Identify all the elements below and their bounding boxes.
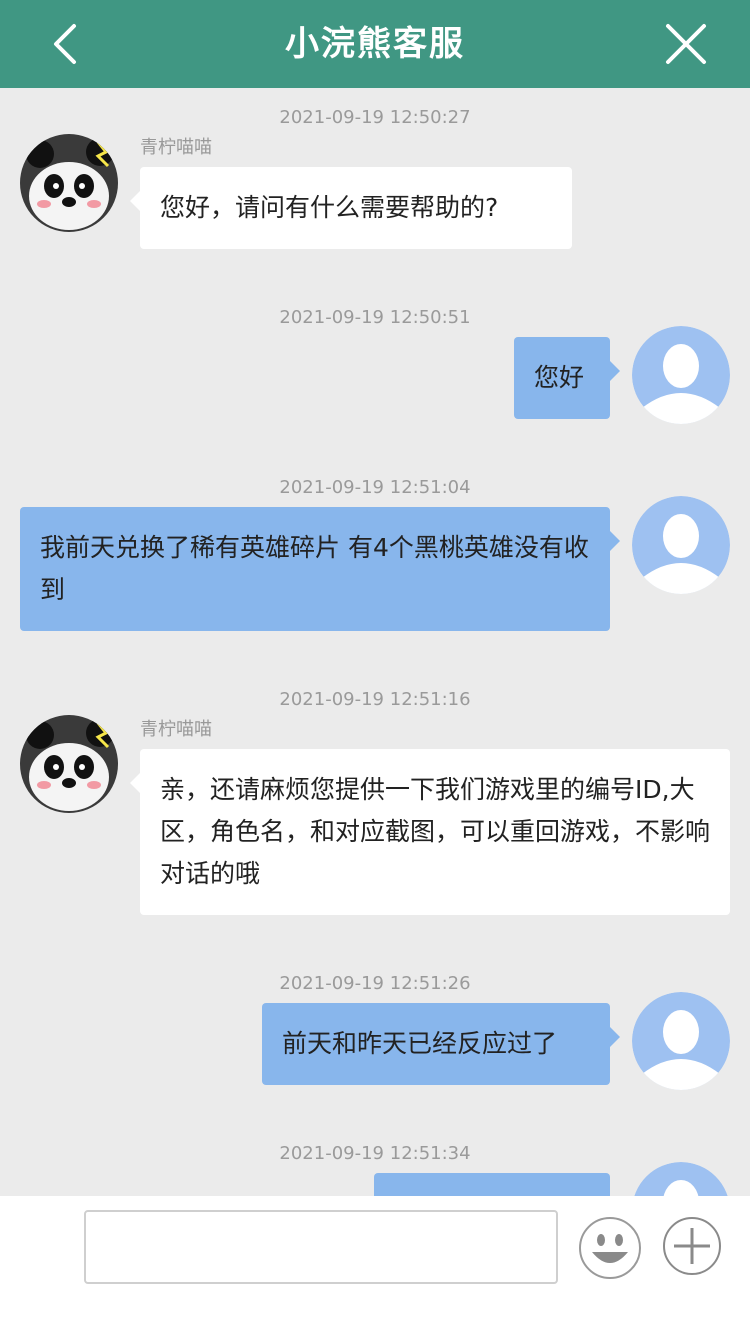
message-bubble-outgoing[interactable]: 我前天兑换了稀有英雄碎片 有4个黑桃英雄没有收到	[20, 507, 620, 631]
plus-circle-icon[interactable]	[662, 1216, 722, 1276]
message-timestamp: 2021-09-19 12:51:04	[279, 477, 471, 498]
message-bubble-incoming[interactable]: 亲，还请麻烦您提供一下我们游戏里的编号ID,大区，角色名，和对应截图，可以重回游…	[130, 749, 730, 915]
message-timestamp: 2021-09-19 12:51:26	[279, 973, 471, 994]
close-icon[interactable]	[662, 20, 710, 68]
agent-avatar[interactable]	[20, 715, 118, 813]
user-avatar[interactable]	[632, 496, 730, 594]
message-bubble-incoming[interactable]: 您好，请问有什么需要帮助的?	[130, 167, 572, 249]
smiley-icon[interactable]	[578, 1216, 642, 1280]
user-silhouette-icon	[632, 992, 730, 1090]
message-bubble-outgoing[interactable]: 前天和昨天已经反应过了	[262, 1003, 620, 1085]
agent-avatar[interactable]	[20, 134, 118, 232]
sender-name: 青柠喵喵	[140, 137, 212, 158]
sender-name: 青柠喵喵	[140, 719, 212, 740]
message-timestamp: 2021-09-19 12:51:16	[279, 689, 471, 710]
user-silhouette-icon	[632, 326, 730, 424]
message-timestamp: 2021-09-19 12:51:34	[279, 1143, 471, 1164]
user-silhouette-icon	[632, 496, 730, 594]
user-avatar[interactable]	[632, 326, 730, 424]
input-bar	[0, 1196, 750, 1334]
user-avatar[interactable]	[632, 992, 730, 1090]
user-avatar[interactable]	[632, 1162, 730, 1196]
chat-area[interactable]: 2021-09-19 12:50:27 青柠喵喵 您好，请问有什么需要帮助的? …	[0, 88, 750, 1196]
page-title: 小浣熊客服	[285, 24, 465, 64]
message-timestamp: 2021-09-19 12:50:27	[279, 107, 471, 128]
panda-avatar-icon	[20, 134, 118, 232]
message-input[interactable]	[84, 1210, 558, 1284]
message-bubble-outgoing[interactable]: 您好	[514, 337, 620, 419]
user-silhouette-icon	[634, 1162, 728, 1196]
panda-avatar-icon	[20, 715, 118, 813]
header-bar: 小浣熊客服	[0, 0, 750, 88]
message-bubble-outgoing[interactable]	[374, 1173, 610, 1196]
message-timestamp: 2021-09-19 12:50:51	[279, 307, 471, 328]
